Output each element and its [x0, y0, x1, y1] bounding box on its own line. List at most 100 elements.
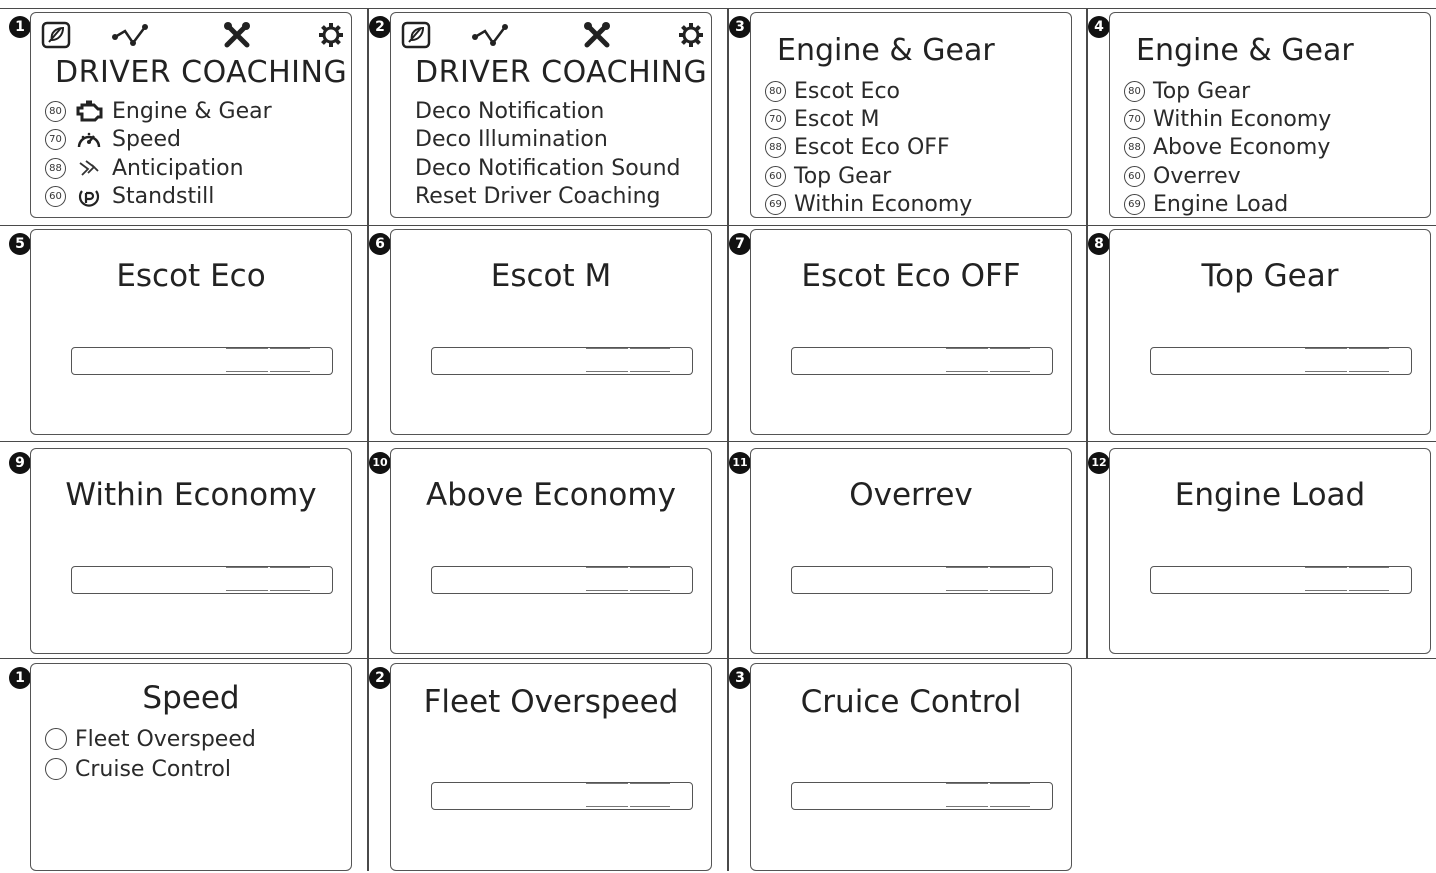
display-screen: Speed Fleet Overspeed Cruise Control	[30, 663, 352, 871]
screen-title: Engine & Gear	[1136, 33, 1354, 68]
option-cruise-control[interactable]: Cruise Control	[45, 754, 256, 784]
step-badge: 5	[9, 233, 31, 255]
item-label: Top Gear	[794, 163, 892, 189]
step-badge: 3	[729, 667, 751, 689]
speedometer-icon	[74, 129, 104, 151]
option-list: 80 Top Gear 70 Within Economy 88 Above Econ…	[1124, 77, 1331, 217]
screen-title: Fleet Overspeed	[423, 684, 679, 720]
graph-icon[interactable]	[471, 23, 511, 51]
tools-icon[interactable]	[223, 21, 251, 53]
item-label: Overrev	[1153, 163, 1241, 189]
menu-item-speed[interactable]: 70 Speed	[45, 126, 272, 155]
bar-segment	[990, 348, 1030, 372]
step-badge: 11	[729, 452, 751, 474]
display-screen: DRIVER COACHING Deco Notification Deco I…	[390, 12, 712, 218]
step-badge: 12	[1088, 452, 1110, 474]
menu-item-deco-notification[interactable]: Deco Notification	[415, 97, 681, 126]
list-item[interactable]: 80 Escot Eco	[765, 77, 972, 105]
step-badge: 1	[9, 16, 31, 38]
display-screen: Engine Load	[1109, 448, 1431, 654]
panel-above-economy: 10 Above Economy	[360, 440, 719, 658]
level-bar	[1150, 347, 1412, 375]
list-item[interactable]: 70 Within Economy	[1124, 105, 1331, 133]
display-screen: Top Gear	[1109, 229, 1431, 435]
radio-button[interactable]	[45, 728, 67, 750]
list-item[interactable]: 60 Overrev	[1124, 162, 1331, 190]
display-screen: Cruice Control	[750, 663, 1072, 871]
panel-cruise-control: 3 Cruice Control	[720, 655, 1079, 873]
list-item[interactable]: 70 Escot M	[765, 105, 972, 133]
item-label: Top Gear	[1153, 78, 1251, 104]
option-label: Fleet Overspeed	[75, 726, 256, 752]
step-badge: 10	[369, 452, 391, 474]
screen-title: Engine & Gear	[777, 33, 995, 68]
panel-engine-gear-list-b: 4 Engine & Gear 80 Top Gear 70 Within Econ…	[1079, 4, 1436, 222]
panel-engine-gear-list-a: 3 Engine & Gear 80 Escot Eco 70 Escot M 88…	[720, 4, 1079, 222]
item-label: Escot Eco	[794, 78, 900, 104]
list-item[interactable]: 60 Top Gear	[765, 162, 972, 190]
item-number: 60	[45, 186, 66, 208]
menu-item-standstill[interactable]: 60 Standstill	[45, 183, 272, 212]
item-number: 70	[765, 108, 786, 130]
list-item[interactable]: 88 Escot Eco OFF	[765, 134, 972, 162]
bar-segment	[1349, 567, 1389, 591]
radio-button[interactable]	[45, 758, 67, 780]
item-number: 70	[45, 129, 66, 151]
eco-leaf-icon[interactable]	[401, 21, 431, 53]
panel-engine-load: 12 Engine Load	[1079, 440, 1436, 658]
bar-segment	[586, 783, 628, 807]
screen-title: Escot Eco	[116, 258, 266, 294]
item-number: 69	[765, 193, 786, 215]
item-label: Within Economy	[1153, 106, 1332, 132]
bar-segment	[990, 783, 1030, 807]
menu-header: DRIVER COACHING	[415, 55, 708, 90]
bar-segment	[1305, 348, 1347, 372]
list-item[interactable]: 69 Within Economy	[765, 190, 973, 217]
step-badge: 6	[369, 233, 391, 255]
menu-item-deco-notification-sound[interactable]: Deco Notification Sound	[415, 154, 681, 183]
item-label: Escot Eco OFF	[794, 135, 950, 161]
list-item[interactable]: 80 Top Gear	[1124, 77, 1331, 105]
option-fleet-overspeed[interactable]: Fleet Overspeed	[45, 724, 256, 754]
item-number: 88	[45, 157, 66, 179]
display-screen: Engine & Gear 80 Escot Eco 70 Escot M 88 Es…	[750, 12, 1072, 218]
item-number: 80	[765, 80, 786, 102]
display-screen: Engine & Gear 80 Top Gear 70 Within Econom…	[1109, 12, 1431, 218]
item-label: Above Economy	[1153, 135, 1331, 161]
list-item[interactable]: 69 Engine Load	[1124, 190, 1331, 217]
eco-leaf-icon[interactable]	[41, 21, 71, 53]
bar-segment	[946, 783, 988, 807]
gear-icon[interactable]	[317, 21, 345, 53]
display-screen: Escot Eco	[30, 229, 352, 435]
step-badge: 2	[369, 667, 391, 689]
list-item[interactable]: 88 Above Economy	[1124, 134, 1331, 162]
icon-bar	[39, 19, 345, 51]
panel-escot-eco: 5 Escot Eco	[0, 221, 359, 439]
menu-item-deco-illumination[interactable]: Deco Illumination	[415, 126, 681, 155]
panel-within-economy: 9 Within Economy	[0, 440, 359, 658]
icon-bar	[399, 19, 705, 51]
menu-item-engine-gear[interactable]: 80 Engine & Gear	[45, 97, 272, 126]
menu-item-reset-driver-coaching[interactable]: Reset Driver Coaching	[415, 183, 681, 212]
bar-segment	[1349, 348, 1389, 372]
tools-icon[interactable]	[583, 21, 611, 53]
gear-icon[interactable]	[677, 21, 705, 53]
item-number: 88	[1124, 137, 1145, 159]
panel-driver-coaching-settings: 2 DRIVER COACHING Deco Notification Deco…	[360, 4, 719, 222]
bar-segment	[630, 783, 670, 807]
screen-title: Within Economy	[65, 477, 317, 513]
graph-icon[interactable]	[111, 23, 151, 51]
option-label: Cruise Control	[75, 756, 231, 782]
option-list: 80 Escot Eco 70 Escot M 88 Escot Eco OFF 60…	[765, 77, 973, 217]
item-number: 69	[1124, 193, 1145, 215]
menu-item-anticipation[interactable]: 88 Anticipation	[45, 154, 272, 183]
step-badge: 9	[9, 452, 31, 474]
level-bar	[431, 347, 693, 375]
bar-segment	[1305, 567, 1347, 591]
bar-segment	[630, 348, 670, 372]
step-badge: 4	[1088, 16, 1110, 38]
item-label: Within Economy	[794, 191, 973, 217]
menu-header: DRIVER COACHING	[55, 55, 348, 90]
screen-title: Top Gear	[1201, 258, 1339, 294]
item-number: 80	[45, 100, 66, 122]
